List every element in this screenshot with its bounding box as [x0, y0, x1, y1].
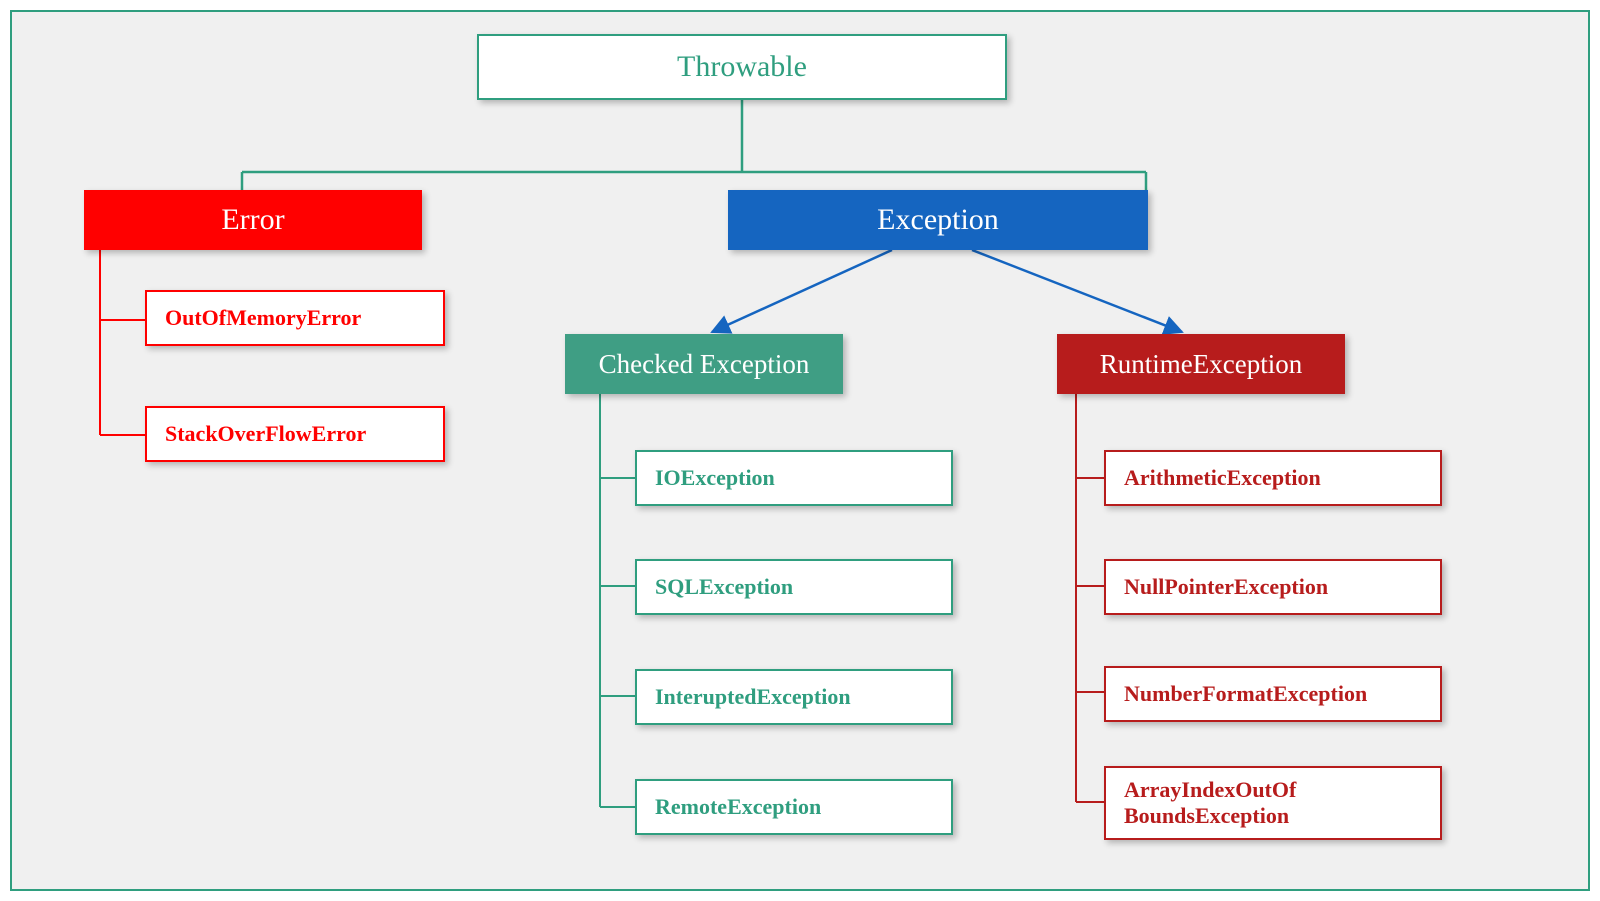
label-outofmemory: OutOfMemoryError [165, 305, 361, 331]
label-numberformat: NumberFormatException [1124, 681, 1367, 707]
label-ioexception: IOException [655, 465, 775, 491]
node-throwable: Throwable [477, 34, 1007, 100]
leaf-checked-0: IOException [635, 450, 953, 506]
leaf-runtime-2: NumberFormatException [1104, 666, 1442, 722]
leaf-error-1: StackOverFlowError [145, 406, 445, 462]
node-error: Error [84, 190, 422, 250]
label-arrayindex: ArrayIndexOutOf BoundsException [1124, 777, 1440, 830]
label-sqlexception: SQLException [655, 574, 793, 600]
leaf-checked-2: InteruptedException [635, 669, 953, 725]
label-stackoverflow: StackOverFlowError [165, 421, 366, 447]
node-checked-exception: Checked Exception [565, 334, 843, 394]
node-exception: Exception [728, 190, 1148, 250]
label-checked: Checked Exception [599, 349, 810, 380]
label-remote: RemoteException [655, 794, 821, 820]
diagram-frame: Throwable Error Exception Checked Except… [10, 10, 1590, 891]
label-interrupted: InteruptedException [655, 684, 851, 710]
label-runtime: RuntimeException [1100, 349, 1302, 380]
label-nullpointer: NullPointerException [1124, 574, 1328, 600]
leaf-runtime-3: ArrayIndexOutOf BoundsException [1104, 766, 1442, 840]
node-runtime-exception: RuntimeException [1057, 334, 1345, 394]
leaf-checked-3: RemoteException [635, 779, 953, 835]
leaf-runtime-0: ArithmeticException [1104, 450, 1442, 506]
leaf-runtime-1: NullPointerException [1104, 559, 1442, 615]
leaf-checked-1: SQLException [635, 559, 953, 615]
label-error: Error [221, 203, 284, 237]
label-exception: Exception [877, 203, 999, 237]
leaf-error-0: OutOfMemoryError [145, 290, 445, 346]
label-throwable: Throwable [677, 50, 807, 84]
label-arithmetic: ArithmeticException [1124, 465, 1321, 491]
